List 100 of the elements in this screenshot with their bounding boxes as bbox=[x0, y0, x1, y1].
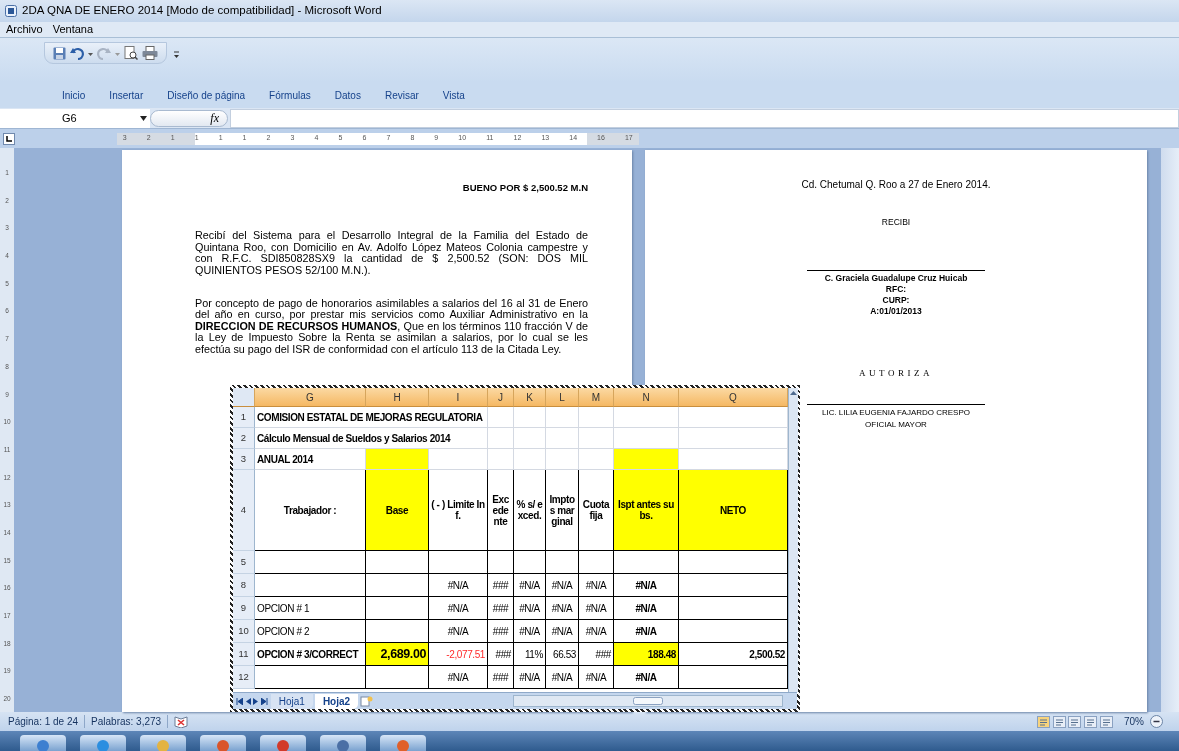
column-header[interactable]: J bbox=[488, 388, 514, 407]
ribbon-tab[interactable]: Diseño de página bbox=[167, 87, 246, 103]
vertical-scrollbar[interactable] bbox=[1161, 148, 1179, 712]
vertical-scrollbar[interactable] bbox=[788, 388, 798, 692]
proofing-book-icon[interactable] bbox=[174, 715, 189, 728]
ribbon-tab[interactable]: Revisar bbox=[384, 87, 419, 103]
document-text: OFICIAL MAYOR bbox=[865, 419, 927, 432]
document-heading: BUENO POR $ 2,500.52 M.N bbox=[461, 181, 588, 195]
view-mode-icon[interactable] bbox=[1052, 715, 1066, 728]
app-icon bbox=[156, 739, 170, 751]
dropdown-caret-icon[interactable] bbox=[140, 115, 148, 121]
column-header[interactable]: Q bbox=[679, 388, 788, 407]
document-text: Cd. Chetumal Q. Roo a 27 de Enero 2014. bbox=[801, 178, 991, 192]
previous-sheet-icon[interactable] bbox=[245, 697, 251, 705]
table-cell bbox=[514, 428, 546, 449]
app-icon bbox=[396, 739, 410, 751]
column-header[interactable]: H bbox=[366, 388, 429, 407]
row-header[interactable]: 11 bbox=[233, 643, 255, 666]
scroll-thumb-icon[interactable] bbox=[633, 697, 663, 705]
taskbar-button[interactable] bbox=[20, 735, 66, 751]
ribbon-tab[interactable]: Insertar bbox=[109, 87, 144, 103]
column-header[interactable]: K bbox=[514, 388, 546, 407]
table-cell: NETO bbox=[679, 470, 788, 551]
table-cell: Base bbox=[366, 470, 429, 551]
table-cell bbox=[488, 551, 514, 574]
embedded-sheet-frame[interactable] bbox=[230, 385, 800, 712]
save-icon[interactable] bbox=[53, 46, 66, 60]
table-cell bbox=[514, 407, 546, 428]
ribbon-tab[interactable]: Datos bbox=[334, 87, 361, 103]
app-icon bbox=[216, 739, 230, 751]
table-cell bbox=[546, 428, 579, 449]
table-cell: #N/A bbox=[429, 666, 488, 689]
print-icon[interactable] bbox=[142, 46, 158, 60]
table-cell bbox=[366, 449, 429, 470]
table-cell: Excedente bbox=[488, 470, 514, 551]
table-cell: % s/ exced. bbox=[514, 470, 546, 551]
view-mode-icon[interactable] bbox=[1084, 715, 1098, 728]
table-cell bbox=[488, 407, 514, 428]
app-icon bbox=[336, 739, 350, 751]
column-header[interactable]: M bbox=[579, 388, 614, 407]
column-header[interactable]: L bbox=[546, 388, 579, 407]
table-cell: COMISION ESTATAL DE MEJORAS REGULATORIA bbox=[255, 407, 488, 428]
row-header[interactable]: 5 bbox=[233, 551, 255, 574]
formula-field[interactable] bbox=[230, 108, 1179, 128]
table-cell bbox=[429, 449, 488, 470]
name-box[interactable]: G6 bbox=[0, 108, 150, 128]
row-header[interactable]: 4 bbox=[233, 470, 255, 551]
table-cell bbox=[366, 574, 429, 597]
table-cell: #N/A bbox=[514, 666, 546, 689]
ribbon-tab[interactable]: Fórmulas bbox=[269, 87, 311, 103]
table-cell: OPCION # 2 bbox=[255, 620, 366, 643]
row-header[interactable]: 10 bbox=[233, 620, 255, 643]
taskbar-button[interactable] bbox=[200, 735, 246, 751]
zoom-out-icon[interactable] bbox=[1149, 715, 1163, 728]
last-sheet-icon[interactable] bbox=[261, 697, 268, 705]
sheet-tab[interactable]: Hoja2 bbox=[314, 693, 359, 709]
column-header[interactable]: G bbox=[255, 388, 366, 407]
table-cell bbox=[366, 666, 429, 689]
view-mode-icon[interactable] bbox=[1100, 715, 1113, 728]
column-header[interactable]: I bbox=[429, 388, 488, 407]
ribbon-tab[interactable]: Inicio bbox=[62, 87, 86, 103]
table-cell: ### bbox=[488, 574, 514, 597]
insert-function-button[interactable]: fx bbox=[150, 109, 228, 127]
zoom-level[interactable]: 70% bbox=[1124, 714, 1144, 729]
table-cell bbox=[579, 407, 614, 428]
scroll-up-icon[interactable] bbox=[789, 390, 798, 396]
taskbar-button[interactable] bbox=[260, 735, 306, 751]
document-text: AUTORIZA bbox=[859, 366, 933, 380]
tab-stop-icon[interactable] bbox=[2, 132, 15, 145]
table-cell bbox=[614, 551, 679, 574]
document-text: CURP: bbox=[882, 294, 910, 306]
row-header[interactable]: 9 bbox=[233, 597, 255, 620]
table-cell: #N/A bbox=[614, 666, 679, 689]
row-header[interactable]: 8 bbox=[233, 574, 255, 597]
taskbar-button[interactable] bbox=[380, 735, 426, 751]
next-sheet-icon[interactable] bbox=[253, 697, 259, 705]
row-header[interactable]: 1 bbox=[233, 407, 255, 428]
row-header[interactable]: 2 bbox=[233, 428, 255, 449]
row-header[interactable]: 3 bbox=[233, 449, 255, 470]
menu-item[interactable]: Ventana bbox=[52, 21, 94, 38]
sheet-tab[interactable]: Hoja1 bbox=[270, 693, 313, 709]
view-mode-icon[interactable] bbox=[1037, 715, 1050, 728]
paragraph: Recibí del Sistema para el Desarrollo Integral de la Familia del Estado de Quintana Roo, con Domicilio en Av. Adolfo López Mateos Colonia campestre y con R.F.C. SDI850828SX9 la cantidad de $ 2,500.52 (SON: DOS MIL QUINIENTOS PESOS 52/100 M.N.). bbox=[195, 230, 588, 277]
print-preview-icon[interactable] bbox=[124, 46, 138, 60]
customize-caret-icon[interactable] bbox=[172, 49, 180, 60]
first-sheet-icon[interactable] bbox=[235, 697, 243, 705]
select-all-corner[interactable] bbox=[233, 388, 255, 407]
row-header[interactable]: 12 bbox=[233, 666, 255, 689]
taskbar-button[interactable] bbox=[320, 735, 366, 751]
taskbar-button[interactable] bbox=[80, 735, 126, 751]
ribbon-tab[interactable]: Vista bbox=[442, 87, 465, 103]
table-cell: #N/A bbox=[579, 597, 614, 620]
menu-item[interactable]: Archivo bbox=[6, 21, 43, 38]
table-cell: #N/A bbox=[579, 574, 614, 597]
undo-icon[interactable] bbox=[70, 46, 84, 60]
view-mode-icon[interactable] bbox=[1068, 715, 1082, 728]
table-cell: ### bbox=[488, 620, 514, 643]
column-header[interactable]: N bbox=[614, 388, 679, 407]
document-text: RECIBI bbox=[881, 216, 911, 229]
horizontal-scrollbar[interactable] bbox=[513, 695, 783, 707]
